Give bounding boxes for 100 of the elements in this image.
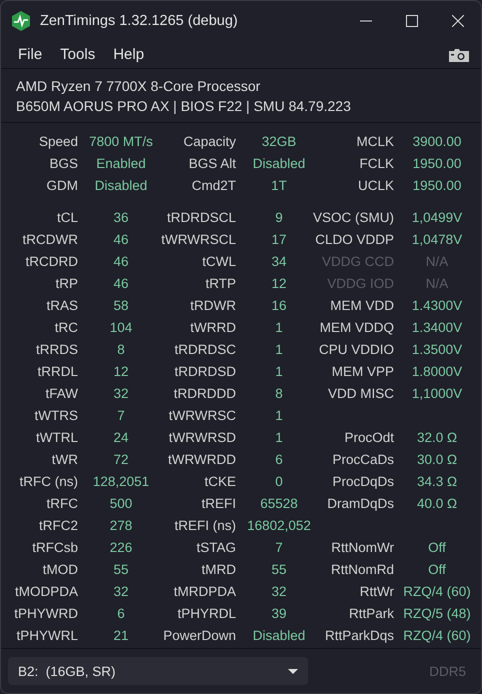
timing-label: tWTRS — [34, 408, 79, 422]
timing-label: tMRD — [202, 562, 237, 576]
timing-label: BGS — [49, 156, 79, 170]
timing-label: VDDG CCD — [322, 254, 395, 268]
timing-value: 1 — [275, 342, 283, 356]
timing-label: tRRDL — [37, 364, 79, 378]
timing-value: 278 — [110, 518, 132, 532]
maximize-icon[interactable] — [406, 15, 418, 27]
timing-label: tRDWR — [190, 298, 237, 312]
timing-value: Disabled — [252, 628, 306, 642]
timing-value: 0 — [275, 474, 283, 488]
cpu-name: AMD Ryzen 7 7700X 8-Core Processor — [16, 77, 262, 95]
menu-item[interactable]: File — [9, 44, 52, 65]
timing-value: 1 — [275, 408, 283, 422]
timing-label: tRFC (ns) — [20, 474, 79, 488]
close-icon[interactable] — [452, 15, 464, 27]
timing-label: RttWr — [360, 584, 395, 598]
timing-label: tRDRDSCL — [166, 210, 237, 224]
timing-value: 65528 — [260, 496, 298, 510]
timing-label: tRAS — [46, 298, 79, 312]
timing-value: RZQ/4 (60) — [403, 628, 471, 642]
timing-value: N/A — [426, 254, 448, 268]
module-dropdown[interactable]: B2: (16GB, SR) — [8, 657, 308, 685]
caret-icon — [288, 668, 298, 674]
timing-label: DramDqDs — [327, 496, 395, 510]
window-title: ZenTimings 1.32.1265 (debug) — [40, 13, 239, 29]
timing-value: 1.4300V — [412, 298, 462, 312]
timing-label: tMODPDA — [14, 584, 79, 598]
timing-value: 1 — [275, 364, 283, 378]
timing-value: 500 — [110, 496, 132, 510]
timing-label: tMRDPDA — [174, 584, 237, 598]
timing-label: MEM VDDQ — [320, 320, 395, 334]
timing-value: 1.3400V — [412, 320, 462, 334]
timing-label: tRCDWR — [22, 232, 79, 246]
timing-value: 17 — [271, 232, 287, 246]
timing-label: tWR — [52, 452, 79, 466]
timing-label: tFAW — [46, 386, 79, 400]
timing-value: Disabled — [94, 178, 148, 192]
timing-value: 36 — [113, 210, 129, 224]
timing-label: ProcOdt — [344, 430, 395, 444]
menu-item[interactable]: Help — [104, 44, 154, 65]
timing-value: 12 — [113, 364, 129, 378]
timing-label: CPU VDDIO — [318, 342, 395, 356]
timing-label: RttParkDqs — [324, 628, 395, 642]
timing-value: 1,0499V — [412, 210, 462, 224]
menu-item[interactable]: Tools — [51, 44, 104, 65]
timing-value: 8 — [117, 342, 125, 356]
timing-value: 32 — [113, 386, 129, 400]
timing-label: RttNomRd — [330, 562, 395, 576]
timing-label: tRFC2 — [38, 518, 79, 532]
minimize-icon[interactable] — [360, 20, 372, 22]
timing-label: RttPark — [348, 606, 395, 620]
timing-value: 8 — [275, 386, 283, 400]
timing-label: MEM VDD — [330, 298, 395, 312]
timing-label: VDDG IOD — [327, 276, 395, 290]
timing-label: tSTAG — [196, 540, 237, 554]
timing-label: tPHYWRD — [14, 606, 79, 620]
timing-value: 32 — [271, 584, 287, 598]
timing-label: UCLK — [358, 178, 395, 192]
timing-label: tRTP — [205, 276, 237, 290]
timing-label: tPHYRDL — [177, 606, 237, 620]
timing-label: Speed — [38, 134, 79, 148]
timing-value: 40.0 Ω — [416, 496, 458, 510]
timing-value: 55 — [113, 562, 129, 576]
timing-value: 1 — [275, 320, 283, 334]
timing-value: 32.0 Ω — [416, 430, 458, 444]
timing-value: 1 — [275, 430, 283, 444]
timing-value: 1.3500V — [412, 342, 462, 356]
timing-label: RttNomWr — [331, 540, 395, 554]
timing-label: tMOD — [42, 562, 79, 576]
timing-value: 16 — [271, 298, 287, 312]
timing-label: CLDO VDDP — [315, 232, 395, 246]
timing-value: 46 — [113, 254, 129, 268]
timing-value: 1,0478V — [412, 232, 462, 246]
timing-label: tCL — [56, 210, 79, 224]
timing-label: FCLK — [359, 156, 395, 170]
timing-label: Capacity — [183, 134, 237, 148]
timing-value: 58 — [113, 298, 129, 312]
timing-label: tRRDS — [36, 342, 79, 356]
timing-label: VSOC (SMU) — [313, 210, 395, 224]
timing-value: 1T — [271, 178, 287, 192]
timing-value: N/A — [426, 276, 448, 290]
timing-value: 7 — [275, 540, 283, 554]
camera-icon[interactable] — [449, 48, 469, 62]
timing-value: 6 — [117, 606, 125, 620]
timing-value: 24 — [113, 430, 129, 444]
timing-value: 7 — [117, 408, 125, 422]
timing-label: tWRRD — [190, 320, 237, 334]
timing-value: 12 — [271, 276, 287, 290]
timing-value: Off — [428, 562, 446, 576]
timing-label: PowerDown — [163, 628, 237, 642]
timing-label: tRDRDSD — [174, 364, 237, 378]
timing-label: Cmd2T — [192, 178, 237, 192]
timing-value: 104 — [110, 320, 132, 334]
timing-label: tRFC — [46, 496, 79, 510]
timing-label: tRFCsb — [32, 540, 79, 554]
timing-label: tRDRDSC — [174, 342, 237, 356]
timing-label: tCKE — [204, 474, 237, 488]
timing-label: ProcDqDs — [332, 474, 395, 488]
timing-value: 3900.00 — [412, 134, 462, 148]
